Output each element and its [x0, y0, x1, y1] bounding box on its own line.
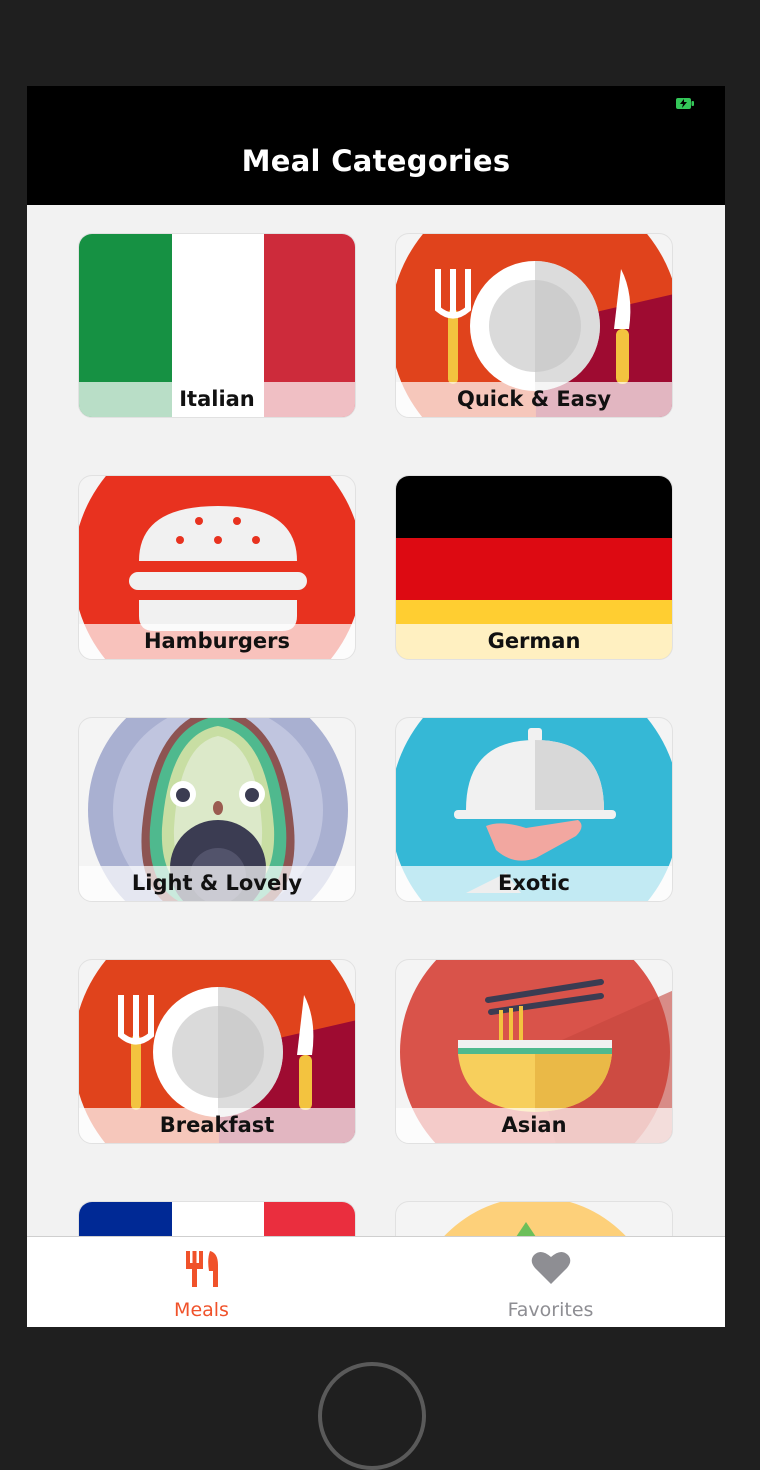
category-label: Light & Lovely: [79, 866, 355, 901]
fruit-image: [443, 1202, 627, 1237]
tab-label: Favorites: [507, 1299, 594, 1321]
navigation-bar: Meal Categories: [27, 86, 725, 205]
app-screen: Meal Categories Italian Quick & Easy Ham…: [27, 86, 725, 1327]
tab-favorites[interactable]: Favorites: [376, 1237, 725, 1327]
category-tile-french[interactable]: [78, 1201, 356, 1237]
france-flag-image: [79, 1202, 355, 1237]
category-tile-hamburgers[interactable]: Hamburgers: [78, 475, 356, 660]
category-tile-german[interactable]: German: [395, 475, 673, 660]
heart-icon: [531, 1251, 570, 1284]
home-button[interactable]: [318, 1362, 426, 1470]
category-tile-breakfast[interactable]: Breakfast: [78, 959, 356, 1144]
category-label: Asian: [396, 1108, 672, 1143]
tab-meals[interactable]: Meals: [27, 1237, 376, 1327]
category-grid[interactable]: Italian Quick & Easy Hamburgers German L…: [27, 205, 725, 1237]
category-tile-summer[interactable]: [395, 1201, 673, 1237]
battery-charging-icon: [676, 98, 694, 109]
tab-bar: Meals Favorites: [27, 1236, 725, 1327]
category-label: Quick & Easy: [396, 382, 672, 417]
category-tile-asian[interactable]: Asian: [395, 959, 673, 1144]
tab-label: Meals: [174, 1299, 229, 1321]
category-tile-light-lovely[interactable]: Light & Lovely: [78, 717, 356, 902]
fork-knife-icon: [185, 1251, 218, 1287]
category-label: Italian: [79, 382, 355, 417]
page-title: Meal Categories: [241, 144, 511, 178]
category-label: German: [396, 624, 672, 659]
category-tile-italian[interactable]: Italian: [78, 233, 356, 418]
category-label: Hamburgers: [79, 624, 355, 659]
category-label: Exotic: [396, 866, 672, 901]
category-tile-exotic[interactable]: Exotic: [395, 717, 673, 902]
category-label: Breakfast: [79, 1108, 355, 1143]
category-tile-quick-easy[interactable]: Quick & Easy: [395, 233, 673, 418]
